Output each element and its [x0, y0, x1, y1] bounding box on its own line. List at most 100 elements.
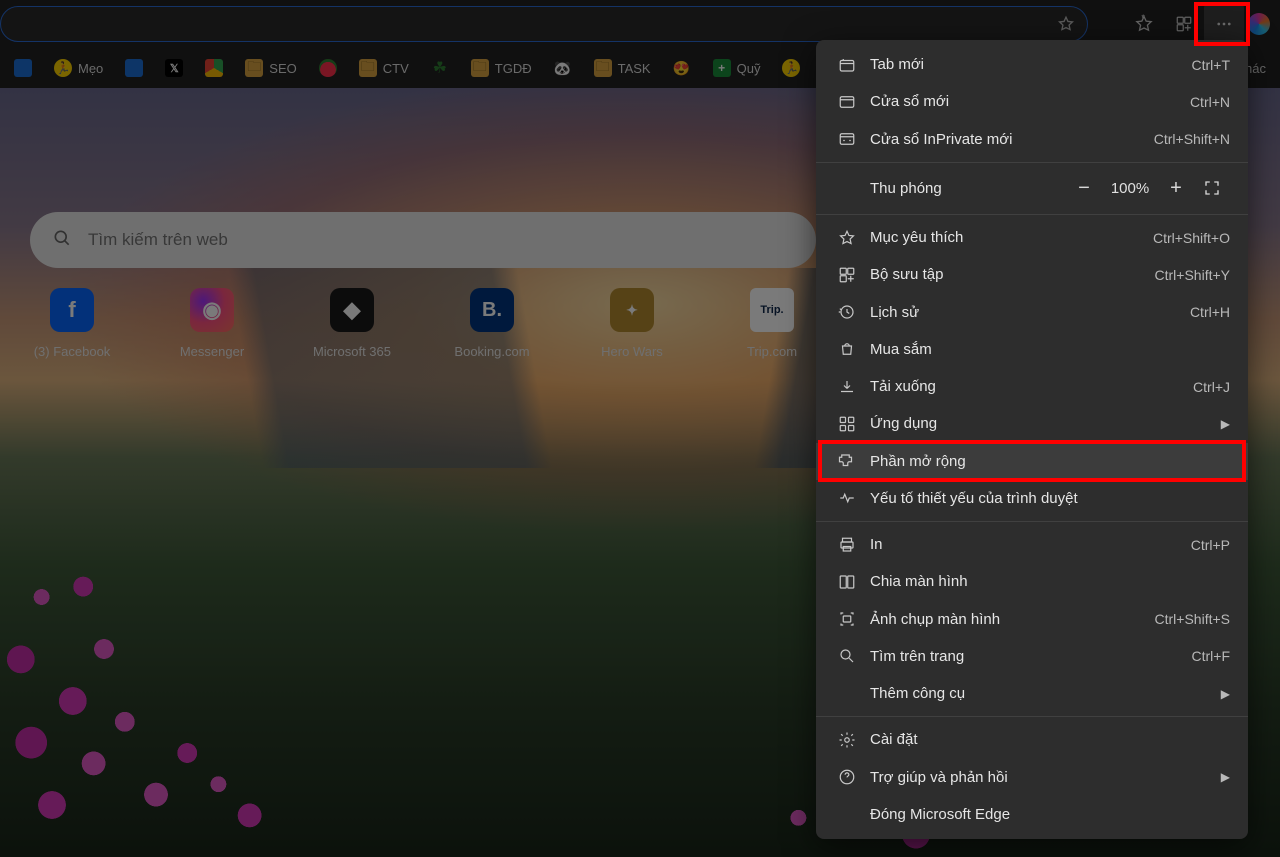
menu-help[interactable]: Trợ giúp và phản hồi ▶ [816, 759, 1248, 796]
zoom-in-button[interactable]: + [1158, 173, 1194, 203]
quick-link-tile[interactable]: Trip.Trip.com [730, 288, 814, 359]
menu-extensions[interactable]: Phần mở rộng [816, 443, 1248, 480]
menu-new-window[interactable]: Cửa sổ mới Ctrl+N [816, 83, 1248, 120]
tile-icon: B. [470, 288, 514, 332]
menu-label: Trợ giúp và phản hồi [860, 769, 1221, 786]
bookmark-item[interactable]: Mẹo [48, 55, 109, 81]
menu-shortcut: Ctrl+Shift+O [1153, 230, 1230, 246]
tile-label: Microsoft 365 [313, 344, 391, 359]
download-icon [834, 378, 860, 396]
bookmark-item[interactable]: CTV [353, 55, 415, 81]
copilot-button[interactable] [1248, 13, 1270, 35]
search-box[interactable] [30, 212, 816, 268]
menu-label: Phần mở rộng [860, 453, 1230, 470]
menu-label: Cửa sổ mới [860, 93, 1190, 110]
menu-more-tools[interactable]: Thêm công cụ ▶ [816, 675, 1248, 712]
quick-link-tile[interactable]: ◆ Microsoft 365 [310, 288, 394, 359]
menu-new-tab[interactable]: Tab mới Ctrl+T [816, 46, 1248, 83]
bookmark-item[interactable]: 🐼 [548, 55, 578, 81]
menu-label: Ứng dụng [860, 415, 1221, 432]
menu-settings[interactable]: Cài đặt [816, 721, 1248, 758]
split-screen-icon [834, 573, 860, 591]
bookmark-icon [594, 59, 612, 77]
menu-print[interactable]: In Ctrl+P [816, 526, 1248, 563]
find-icon [834, 647, 860, 665]
search-input[interactable] [88, 230, 794, 250]
zoom-out-button[interactable]: − [1066, 173, 1102, 203]
address-bar-outline[interactable] [0, 6, 1088, 42]
search-icon [52, 228, 72, 253]
bookmark-icon: 😍 [673, 59, 691, 77]
menu-apps[interactable]: Ứng dụng ▶ [816, 405, 1248, 442]
bookmark-label: Quỹ [737, 61, 761, 76]
bookmark-item[interactable] [119, 55, 149, 81]
collections-icon [834, 266, 860, 284]
menu-label: Lịch sử [860, 304, 1190, 321]
fullscreen-button[interactable] [1194, 179, 1230, 197]
bookmark-item[interactable] [776, 55, 806, 81]
favorite-star-icon[interactable] [1057, 15, 1075, 38]
more-menu-button[interactable] [1204, 4, 1244, 44]
menu-split-screen[interactable]: Chia màn hình [816, 563, 1248, 600]
menu-label: Bộ sưu tập [860, 266, 1155, 283]
menu-collections[interactable]: Bộ sưu tập Ctrl+Shift+Y [816, 256, 1248, 293]
tile-icon: ◆ [330, 288, 374, 332]
collections-button[interactable] [1164, 4, 1204, 44]
star-icon [834, 229, 860, 247]
menu-find-on-page[interactable]: Tìm trên trang Ctrl+F [816, 638, 1248, 675]
zoom-percent: 100% [1102, 180, 1158, 197]
bookmark-item[interactable]: +Quỹ [707, 55, 767, 81]
menu-downloads[interactable]: Tải xuống Ctrl+J [816, 368, 1248, 405]
bookmark-item[interactable] [313, 55, 343, 81]
chevron-right-icon: ▶ [1221, 687, 1230, 701]
tile-icon: f [50, 288, 94, 332]
bookmark-item[interactable] [199, 55, 229, 81]
menu-shortcut: Ctrl+P [1191, 537, 1230, 553]
menu-screenshot[interactable]: Ảnh chụp màn hình Ctrl+Shift+S [816, 601, 1248, 638]
menu-shortcut: Ctrl+J [1193, 379, 1230, 395]
menu-label: Đóng Microsoft Edge [860, 806, 1230, 823]
history-icon [834, 303, 860, 321]
menu-inprivate[interactable]: Cửa sổ InPrivate mới Ctrl+Shift+N [816, 121, 1248, 158]
bookmark-item[interactable]: TGDĐ [465, 55, 538, 81]
quick-link-tile[interactable]: B.Booking.com [450, 288, 534, 359]
bookmark-item[interactable]: 😍 [667, 55, 697, 81]
menu-separator [816, 214, 1248, 215]
bookmark-icon [54, 59, 72, 77]
menu-shortcut: Ctrl+T [1192, 57, 1231, 73]
quick-link-tile[interactable]: f (3) Facebook [30, 288, 114, 359]
quick-link-tile[interactable]: ✦Hero Wars [590, 288, 674, 359]
shopping-icon [834, 340, 860, 358]
heartbeat-icon [834, 489, 860, 507]
chevron-right-icon: ▶ [1221, 417, 1230, 431]
menu-browser-essentials[interactable]: Yếu tố thiết yếu của trình duyệt [816, 480, 1248, 517]
menu-close-edge[interactable]: Đóng Microsoft Edge [816, 796, 1248, 833]
bookmark-label: CTV [383, 61, 409, 76]
help-icon [834, 768, 860, 786]
bookmark-label: Mẹo [78, 61, 103, 76]
bookmark-item[interactable]: ☘ [425, 55, 455, 81]
quick-link-tile[interactable]: ◉Messenger [170, 288, 254, 359]
bookmark-label: TASK [618, 61, 651, 76]
bookmark-item[interactable]: SEO [239, 55, 302, 81]
menu-shortcut: Ctrl+F [1192, 648, 1231, 664]
menu-favorites[interactable]: Mục yêu thích Ctrl+Shift+O [816, 219, 1248, 256]
bookmark-label: TGDĐ [495, 61, 532, 76]
menu-label: Tìm trên trang [860, 648, 1192, 665]
menu-label: Thêm công cụ [860, 685, 1221, 702]
menu-label: Tải xuống [860, 378, 1193, 395]
bookmark-item[interactable]: 𝕏 [159, 55, 189, 81]
menu-history[interactable]: Lịch sử Ctrl+H [816, 293, 1248, 330]
bookmark-icon: ☘ [431, 59, 449, 77]
tile-label: (3) Facebook [34, 344, 111, 359]
menu-label: Yếu tố thiết yếu của trình duyệt [860, 490, 1230, 507]
bg-flowers-left [0, 337, 520, 857]
bookmark-item[interactable] [8, 55, 38, 81]
apps-icon [834, 415, 860, 433]
bookmark-item[interactable]: TASK [588, 55, 657, 81]
menu-label: Chia màn hình [860, 573, 1230, 590]
tile-label: Trip.com [747, 344, 797, 359]
favorites-button[interactable] [1124, 4, 1164, 44]
menu-shopping[interactable]: Mua sắm [816, 331, 1248, 368]
menu-shortcut: Ctrl+H [1190, 304, 1230, 320]
